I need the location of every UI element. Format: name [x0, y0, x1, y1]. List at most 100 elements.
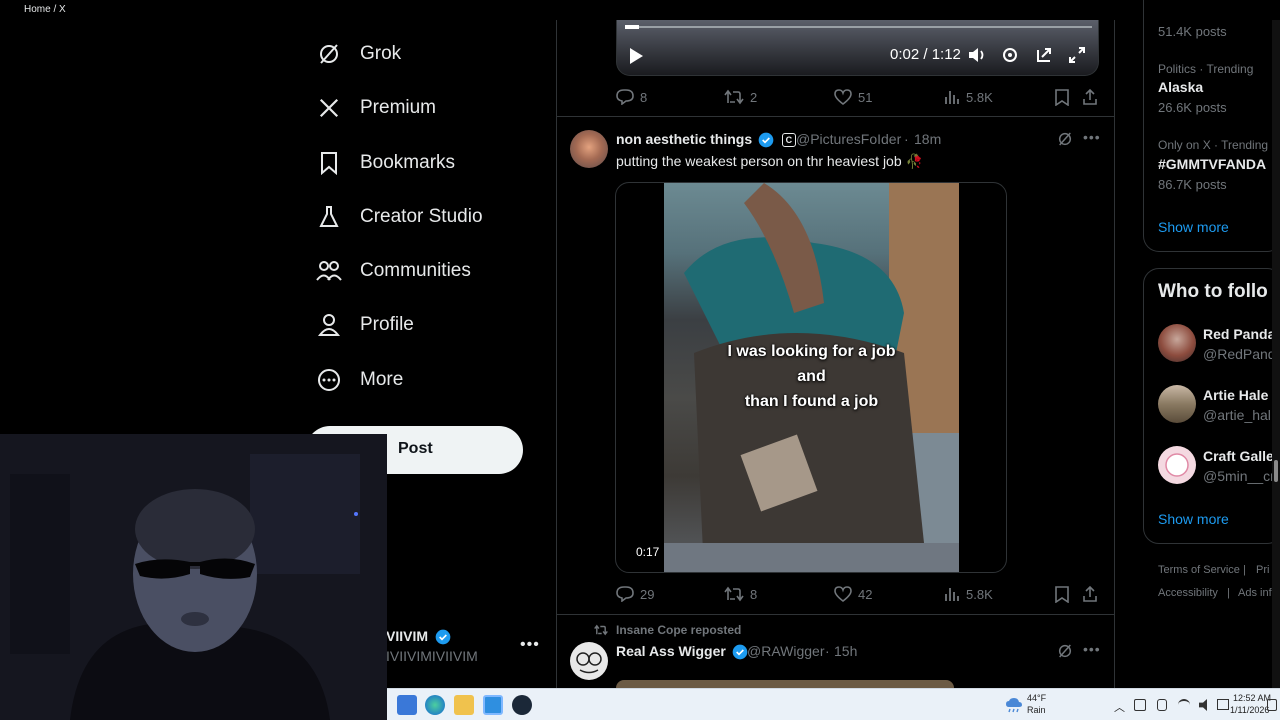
fullscreen-icon[interactable]	[1068, 46, 1086, 64]
more-dots-icon[interactable]: •••	[1083, 641, 1101, 657]
avatar[interactable]	[1158, 446, 1196, 484]
show-more-link[interactable]: Show more	[1158, 219, 1229, 235]
usb-icon[interactable]	[1157, 699, 1167, 711]
reply-button[interactable]: 8	[616, 89, 647, 105]
nav-item-more[interactable]: More	[316, 360, 403, 400]
tweet-time[interactable]: 15h	[834, 643, 857, 659]
clock-time[interactable]: 12:52 AM	[1233, 693, 1271, 703]
views-button[interactable]: 5.8K	[944, 586, 993, 602]
more-dots-icon[interactable]: •••	[520, 636, 540, 654]
footer-link-accessibility[interactable]: Accessibility	[1158, 587, 1218, 599]
play-icon[interactable]	[628, 47, 644, 65]
repost-count: 2	[750, 89, 758, 105]
weather-temp: 44°F	[1027, 693, 1047, 703]
nav-item-communities[interactable]: Communities	[316, 251, 471, 291]
author-handle[interactable]: @PicturesFoIder	[796, 131, 901, 147]
like-count: 51	[858, 89, 873, 105]
repost-icon	[724, 89, 744, 105]
grok-icon[interactable]	[1057, 643, 1073, 659]
grok-icon[interactable]	[1057, 131, 1073, 147]
avatar[interactable]	[1158, 385, 1196, 423]
video-frame: I was looking for a job and than I found…	[664, 183, 959, 572]
avatar[interactable]	[1158, 324, 1196, 362]
nav-item-profile[interactable]: Profile	[316, 305, 414, 345]
repost-count: 8	[750, 586, 758, 602]
trend-name[interactable]: Alaska	[1158, 79, 1203, 95]
share-icon[interactable]	[1082, 88, 1098, 105]
weather-desc: Rain	[1027, 705, 1046, 715]
tray-app-icon[interactable]	[1134, 699, 1146, 711]
show-more-link[interactable]: Show more	[1158, 511, 1229, 527]
wifi-icon[interactable]	[1178, 699, 1190, 711]
nav-label: Grok	[360, 43, 402, 64]
settings-icon[interactable]	[1001, 46, 1019, 64]
account-switcher[interactable]: VIIVIM IVIIVIMIVIIVIM •••	[386, 628, 546, 670]
views-button[interactable]: 5.8K	[944, 89, 993, 105]
video-player[interactable]	[616, 20, 1099, 76]
calculator-icon[interactable]	[397, 695, 417, 715]
view-count: 5.8K	[966, 586, 993, 602]
repost-button[interactable]: 2	[724, 89, 757, 105]
x-logo-icon	[316, 95, 342, 121]
author-name[interactable]: non aesthetic things C	[616, 131, 796, 148]
steam-icon[interactable]	[512, 695, 532, 715]
volume-icon[interactable]	[967, 46, 987, 64]
clock-date[interactable]: 1/11/2026	[1230, 705, 1269, 715]
tweet-time[interactable]: 18m	[914, 131, 941, 147]
bookmark-icon[interactable]	[1054, 586, 1070, 603]
nav-item-bookmarks[interactable]: Bookmarks	[316, 143, 455, 183]
media-preview[interactable]	[616, 680, 954, 688]
follow-name[interactable]: Craft Galle	[1203, 448, 1272, 464]
notification-icon[interactable]	[1267, 699, 1277, 711]
nav-label: Communities	[360, 260, 471, 281]
follow-name[interactable]: Artie Hale	[1203, 387, 1272, 403]
active-app-icon[interactable]	[483, 695, 503, 715]
repost-icon	[594, 624, 608, 636]
edge-browser-icon[interactable]	[425, 695, 445, 715]
webcam-overlay	[0, 434, 387, 720]
avatar[interactable]	[570, 130, 608, 168]
heart-icon	[834, 89, 852, 105]
reply-count: 29	[640, 586, 655, 602]
follow-name[interactable]: Red Panda	[1203, 326, 1272, 342]
like-button[interactable]: 51	[834, 89, 872, 105]
video-player[interactable]: I was looking for a job and than I found…	[615, 182, 1007, 573]
footer-link-privacy[interactable]: Pri	[1256, 564, 1269, 576]
video-progress-track[interactable]	[625, 26, 1092, 28]
scrollbar-thumb[interactable]	[1274, 460, 1278, 482]
chevron-up-icon[interactable]: ︿	[1114, 699, 1125, 715]
tray-misc-icon[interactable]	[1217, 699, 1229, 710]
trend-name[interactable]: #GMMTVFANDA	[1158, 156, 1272, 172]
views-icon	[945, 91, 959, 104]
footer-link-terms[interactable]: Terms of Service	[1158, 564, 1240, 576]
bookmark-icon[interactable]	[1054, 89, 1070, 106]
window-titlebar: Home / X — ▭ ⧉ ✕	[0, 0, 1280, 20]
social-context[interactable]: Insane Cope reposted	[616, 623, 741, 637]
volume-icon[interactable]	[1199, 699, 1207, 711]
file-explorer-icon[interactable]	[454, 695, 474, 715]
nav-label: Profile	[360, 314, 414, 335]
repost-button[interactable]: 8	[724, 586, 757, 602]
nav-item-creator-studio[interactable]: Creator Studio	[316, 197, 483, 237]
pip-icon[interactable]	[1035, 46, 1053, 64]
more-dots-icon[interactable]: •••	[1083, 129, 1101, 145]
tweet-divider	[556, 614, 1114, 615]
tweet-text: putting the weakest person on thr heavie…	[616, 153, 923, 169]
author-name[interactable]: Real Ass Wigger	[616, 643, 748, 660]
like-button[interactable]: 42	[834, 586, 872, 602]
footer-link-ads[interactable]: Ads inf	[1238, 587, 1272, 599]
share-icon[interactable]	[1082, 585, 1098, 602]
page-scrollbar[interactable]	[1272, 20, 1280, 688]
nav-item-premium[interactable]: Premium	[316, 88, 436, 128]
author-handle[interactable]: @RAWigger	[747, 643, 825, 659]
nav-item-grok[interactable]: Grok	[316, 34, 401, 74]
avatar[interactable]	[570, 642, 608, 680]
nav-label: Premium	[360, 97, 437, 118]
who-to-follow-title: Who to follo	[1158, 281, 1268, 302]
video-duration: 0:17	[632, 543, 664, 561]
follow-handle: @5min__cr	[1203, 468, 1272, 484]
flask-icon	[316, 204, 342, 230]
view-count: 5.8K	[966, 89, 993, 105]
reply-button[interactable]: 29	[616, 586, 654, 602]
cloud-rain-icon[interactable]	[1005, 697, 1023, 713]
